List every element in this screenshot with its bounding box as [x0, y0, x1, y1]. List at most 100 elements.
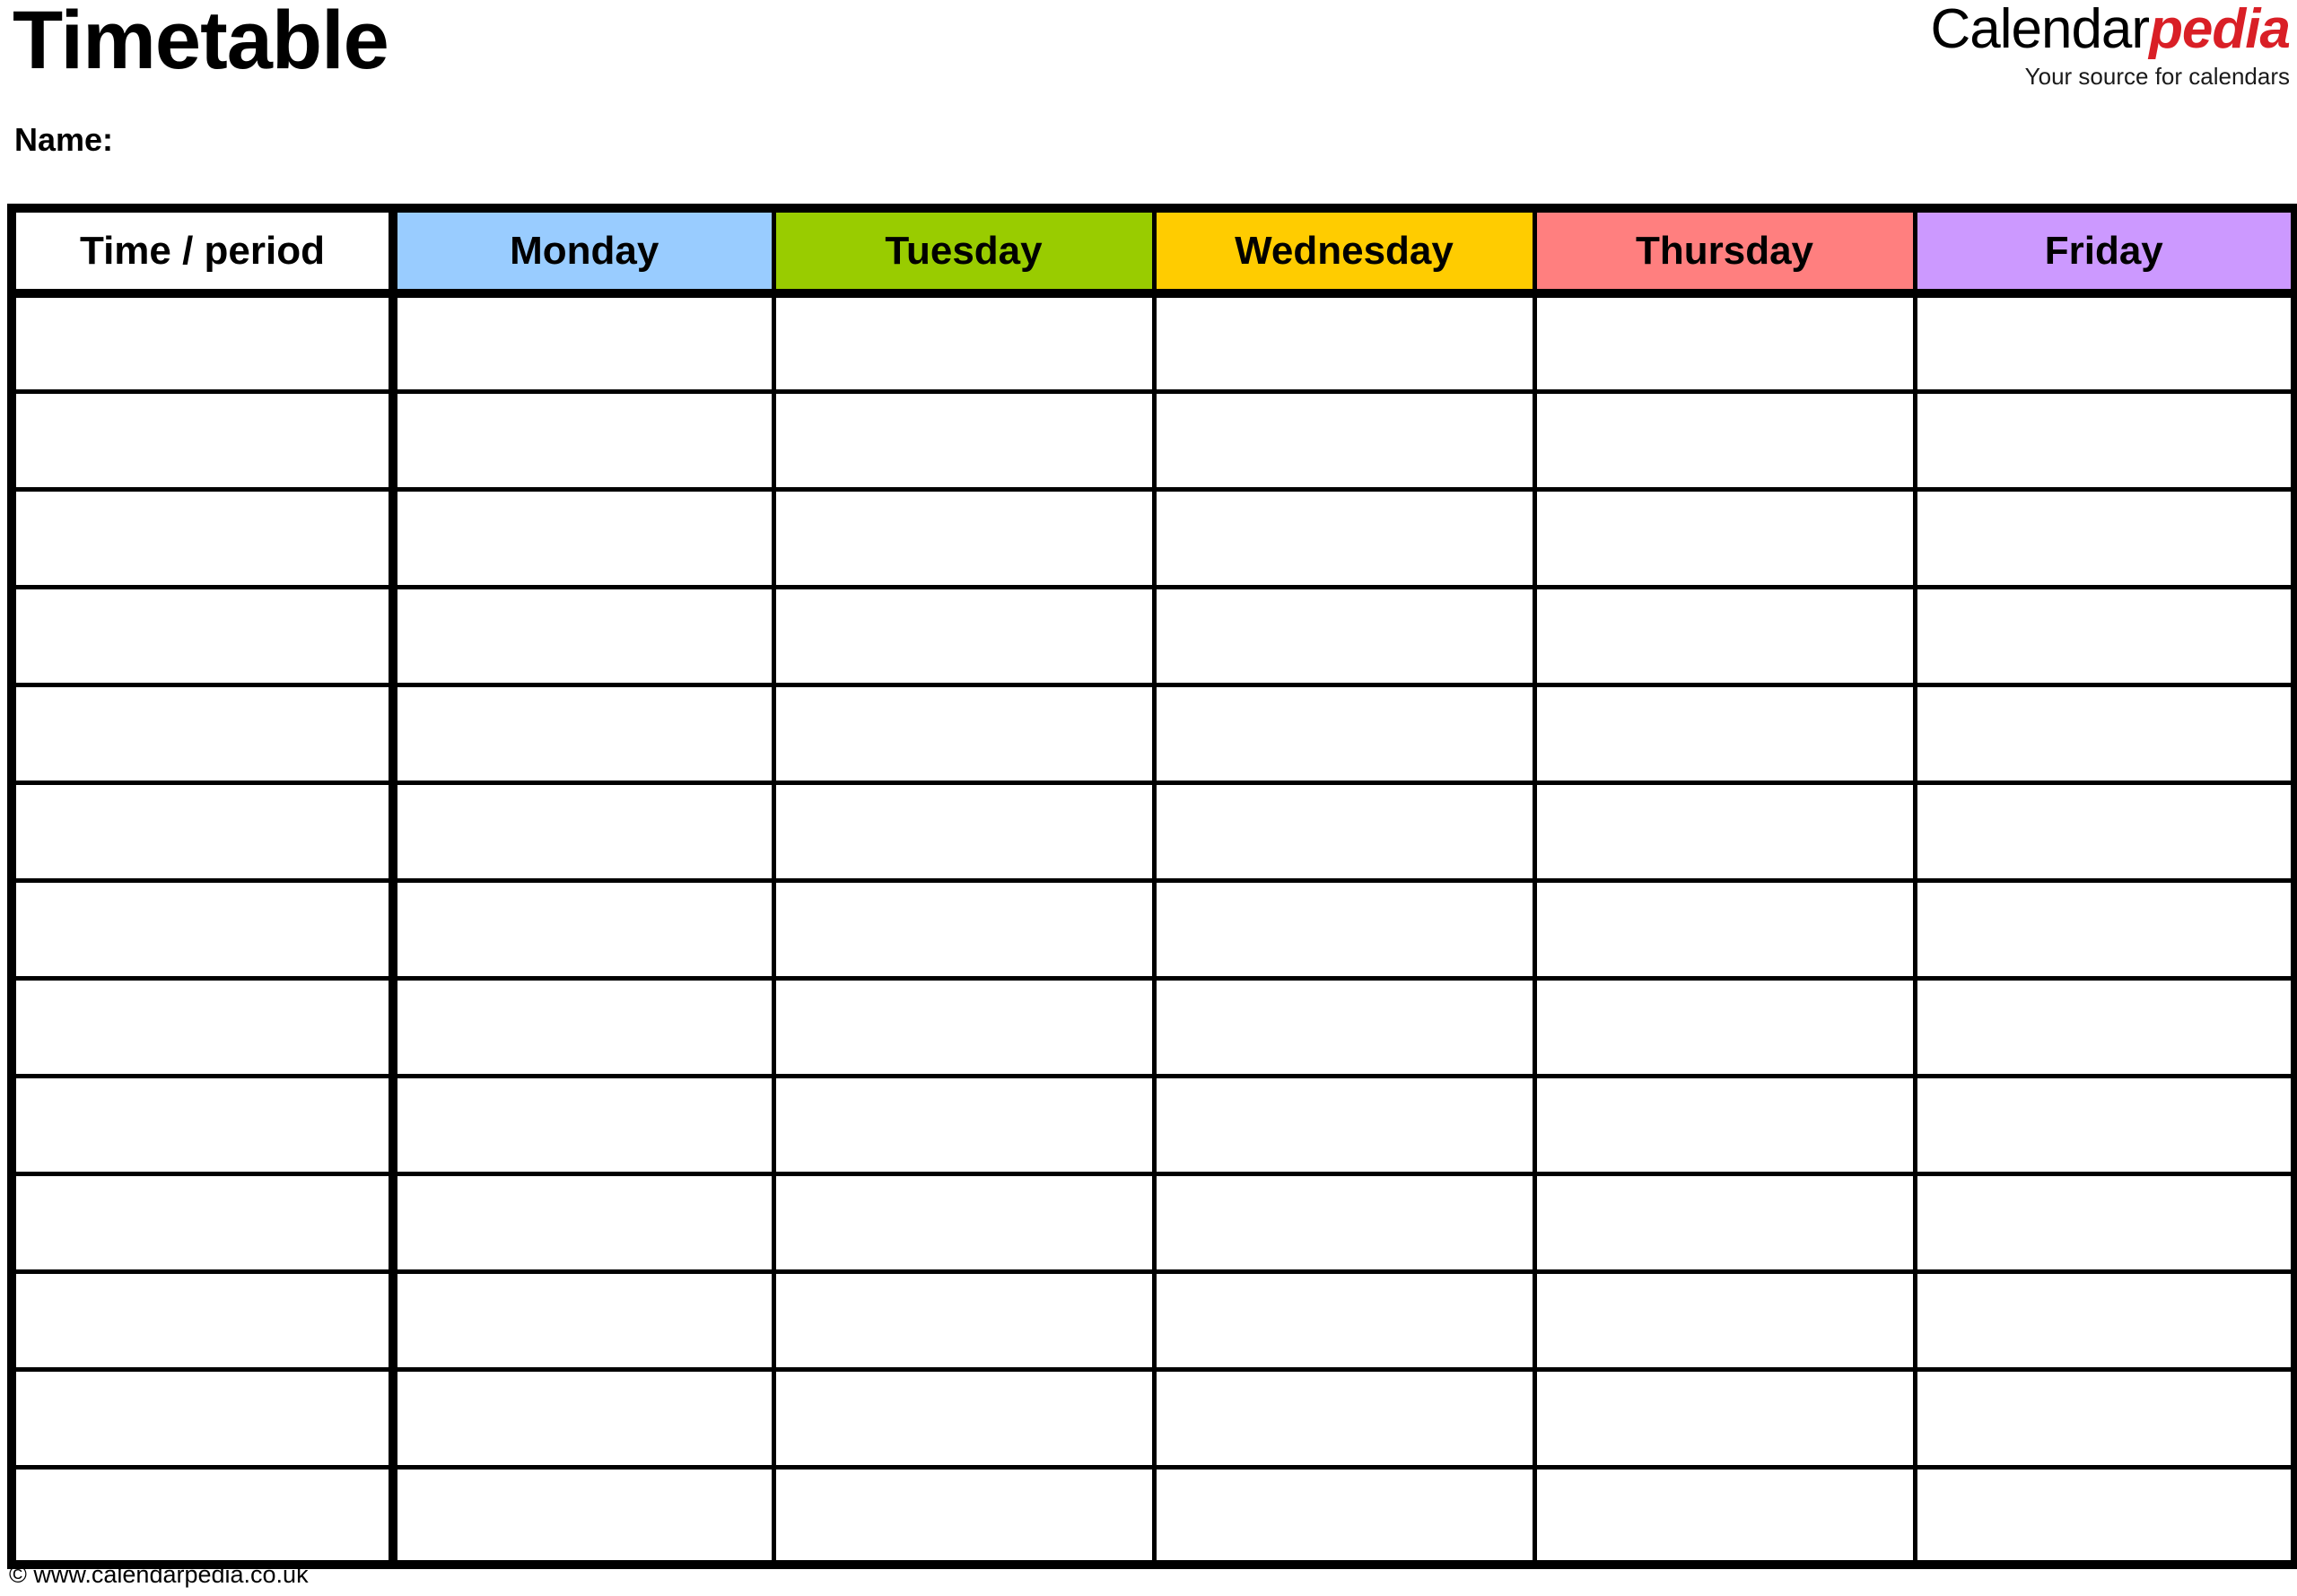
- calendarpedia-logo[interactable]: Calendarpedia .co.uk Your source for cal…: [1930, 0, 2291, 90]
- timetable-header-row: Time / period Monday Tuesday Wednesday T…: [7, 204, 2297, 298]
- cell-time-period[interactable]: [7, 293, 397, 394]
- cell-thursday[interactable]: [1532, 1271, 1917, 1372]
- cell-tuesday[interactable]: [771, 587, 1157, 687]
- cell-wednesday[interactable]: [1151, 1369, 1537, 1470]
- cell-friday[interactable]: [1912, 685, 2297, 785]
- cell-thursday[interactable]: [1532, 489, 1917, 589]
- cell-friday[interactable]: [1912, 293, 2297, 394]
- cell-time-period[interactable]: [7, 685, 397, 785]
- column-header-thursday: Thursday: [1532, 204, 1917, 298]
- timetable-row: [7, 293, 2297, 394]
- cell-tuesday[interactable]: [771, 1467, 1157, 1569]
- cell-time-period[interactable]: [7, 1173, 397, 1274]
- column-header-time-period: Time / period: [7, 204, 397, 298]
- timetable-row: [7, 978, 2297, 1078]
- cell-wednesday[interactable]: [1151, 391, 1537, 492]
- cell-wednesday[interactable]: [1151, 1467, 1537, 1569]
- cell-friday[interactable]: [1912, 1369, 2297, 1470]
- cell-tuesday[interactable]: [771, 391, 1157, 492]
- cell-wednesday[interactable]: [1151, 489, 1537, 589]
- cell-thursday[interactable]: [1532, 1467, 1917, 1569]
- name-field-label: Name:: [14, 121, 114, 158]
- cell-friday[interactable]: [1912, 391, 2297, 492]
- cell-monday[interactable]: [390, 880, 776, 981]
- cell-thursday[interactable]: [1532, 391, 1917, 492]
- cell-monday[interactable]: [390, 489, 776, 589]
- cell-monday[interactable]: [390, 685, 776, 785]
- cell-time-period[interactable]: [7, 489, 397, 589]
- cell-thursday[interactable]: [1532, 293, 1917, 394]
- cell-wednesday[interactable]: [1151, 978, 1537, 1078]
- cell-tuesday[interactable]: [771, 978, 1157, 1078]
- timetable-body: [7, 293, 2297, 1569]
- logo-tagline: Your source for calendars: [2024, 63, 2290, 90]
- cell-time-period[interactable]: [7, 1369, 397, 1470]
- cell-tuesday[interactable]: [771, 1173, 1157, 1274]
- cell-friday[interactable]: [1912, 880, 2297, 981]
- logo-tld-label: .co.uk: [2223, 0, 2283, 4]
- cell-tuesday[interactable]: [771, 782, 1157, 883]
- timetable-row: [7, 782, 2297, 883]
- logo-word-pedia: pedia: [2149, 0, 2291, 60]
- cell-tuesday[interactable]: [771, 1076, 1157, 1176]
- cell-time-period[interactable]: [7, 978, 397, 1078]
- cell-monday[interactable]: [390, 1467, 776, 1569]
- cell-thursday[interactable]: [1532, 1173, 1917, 1274]
- cell-thursday[interactable]: [1532, 978, 1917, 1078]
- cell-thursday[interactable]: [1532, 1076, 1917, 1176]
- timetable-row: [7, 1467, 2297, 1569]
- cell-friday[interactable]: [1912, 1173, 2297, 1274]
- cell-monday[interactable]: [390, 978, 776, 1078]
- cell-friday[interactable]: [1912, 587, 2297, 687]
- timetable-row: [7, 1369, 2297, 1470]
- page-title: Timetable: [13, 0, 389, 86]
- cell-wednesday[interactable]: [1151, 1271, 1537, 1372]
- cell-time-period[interactable]: [7, 1467, 397, 1569]
- cell-monday[interactable]: [390, 1076, 776, 1176]
- cell-tuesday[interactable]: [771, 293, 1157, 394]
- cell-time-period[interactable]: [7, 391, 397, 492]
- cell-thursday[interactable]: [1532, 880, 1917, 981]
- cell-time-period[interactable]: [7, 1271, 397, 1372]
- cell-thursday[interactable]: [1532, 1369, 1917, 1470]
- timetable-row: [7, 587, 2297, 687]
- cell-wednesday[interactable]: [1151, 1173, 1537, 1274]
- cell-monday[interactable]: [390, 1173, 776, 1274]
- cell-wednesday[interactable]: [1151, 587, 1537, 687]
- cell-friday[interactable]: [1912, 1076, 2297, 1176]
- cell-tuesday[interactable]: [771, 1369, 1157, 1470]
- cell-wednesday[interactable]: [1151, 782, 1537, 883]
- cell-wednesday[interactable]: [1151, 293, 1537, 394]
- cell-tuesday[interactable]: [771, 685, 1157, 785]
- cell-monday[interactable]: [390, 1369, 776, 1470]
- cell-monday[interactable]: [390, 391, 776, 492]
- timetable-row: [7, 880, 2297, 981]
- cell-thursday[interactable]: [1532, 685, 1917, 785]
- cell-tuesday[interactable]: [771, 489, 1157, 589]
- cell-tuesday[interactable]: [771, 1271, 1157, 1372]
- cell-monday[interactable]: [390, 293, 776, 394]
- cell-friday[interactable]: [1912, 489, 2297, 589]
- cell-monday[interactable]: [390, 782, 776, 883]
- logo-word-calendar: Calendar: [1930, 0, 2150, 60]
- cell-wednesday[interactable]: [1151, 685, 1537, 785]
- cell-monday[interactable]: [390, 1271, 776, 1372]
- cell-tuesday[interactable]: [771, 880, 1157, 981]
- cell-time-period[interactable]: [7, 782, 397, 883]
- cell-thursday[interactable]: [1532, 587, 1917, 687]
- cell-wednesday[interactable]: [1151, 1076, 1537, 1176]
- timetable-row: [7, 391, 2297, 492]
- cell-friday[interactable]: [1912, 1271, 2297, 1372]
- cell-monday[interactable]: [390, 587, 776, 687]
- cell-time-period[interactable]: [7, 880, 397, 981]
- column-header-tuesday: Tuesday: [771, 204, 1157, 298]
- cell-time-period[interactable]: [7, 587, 397, 687]
- cell-time-period[interactable]: [7, 1076, 397, 1176]
- cell-thursday[interactable]: [1532, 782, 1917, 883]
- footer-copyright: © www.calendarpedia.co.uk: [9, 1561, 309, 1588]
- column-header-wednesday: Wednesday: [1151, 204, 1537, 298]
- cell-friday[interactable]: [1912, 782, 2297, 883]
- cell-friday[interactable]: [1912, 1467, 2297, 1569]
- cell-friday[interactable]: [1912, 978, 2297, 1078]
- cell-wednesday[interactable]: [1151, 880, 1537, 981]
